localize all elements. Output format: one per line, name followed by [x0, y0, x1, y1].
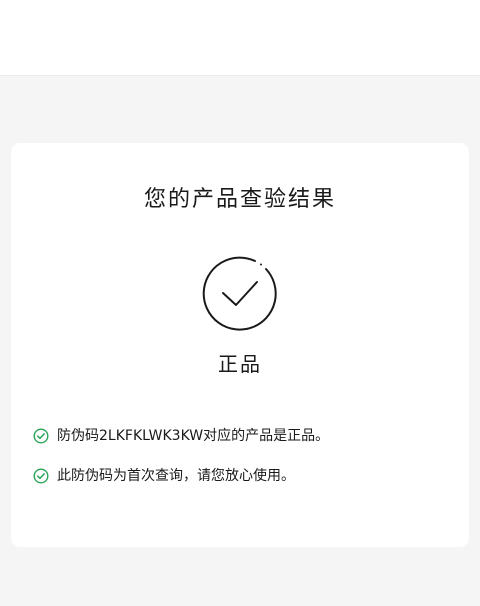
- check-circle-icon: [200, 255, 280, 335]
- check-circle-small-icon: [33, 468, 49, 484]
- info-line-first-query: 此防伪码为首次查询，请您放心使用。: [33, 466, 295, 486]
- top-header-bar: [0, 0, 480, 76]
- result-title: 您的产品查验结果: [143, 187, 336, 212]
- info-text-authentic: 防伪码2LKFKLWK3KW对应的产品是正品。: [57, 428, 330, 444]
- info-text-first-query: 此防伪码为首次查询，请您放心使用。: [57, 468, 295, 484]
- authenticity-result-label: 正品: [218, 352, 262, 376]
- info-line-authentic: 防伪码2LKFKLWK3KW对应的产品是正品。: [33, 426, 329, 446]
- check-circle-small-icon: [33, 428, 49, 444]
